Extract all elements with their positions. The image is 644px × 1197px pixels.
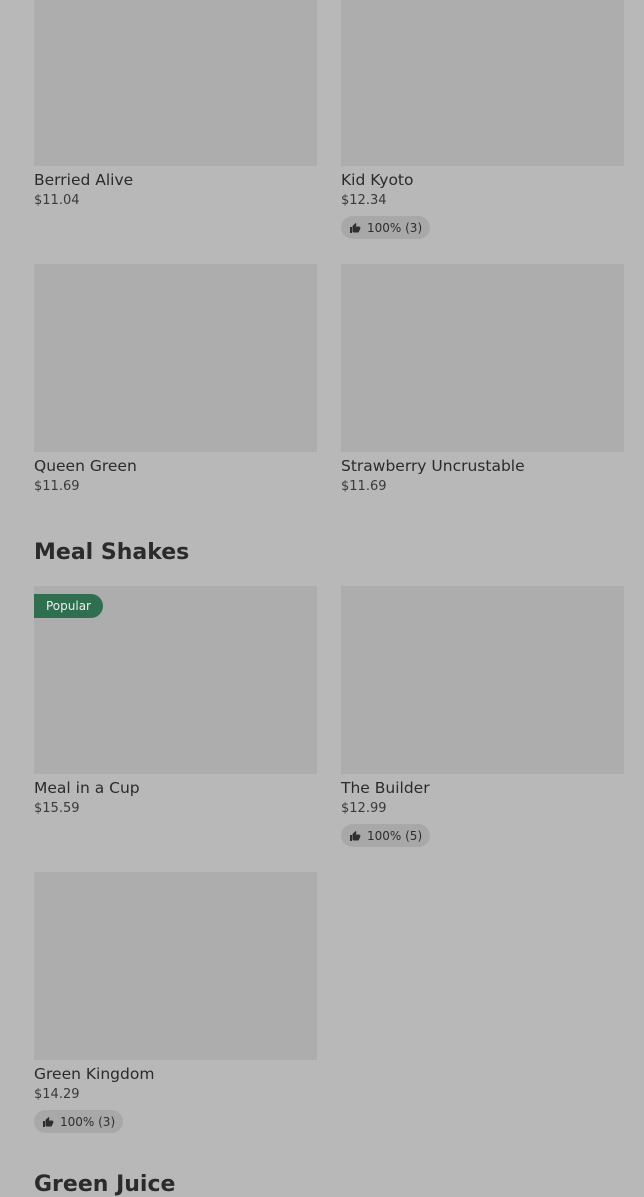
menu-item-card[interactable]: Popular Meal in a Cup $15.59 (34, 586, 317, 817)
thumbs-up-icon (350, 222, 361, 233)
item-price: $12.34 (341, 193, 387, 208)
thumbs-up-icon (43, 1116, 54, 1127)
section-title-green-juice: Green Juice (34, 1172, 176, 1197)
rating-badge: 100% (3) (34, 1110, 124, 1133)
item-price: $11.69 (34, 479, 80, 494)
item-price: $11.69 (341, 479, 387, 494)
item-price: $11.04 (34, 193, 80, 208)
item-image[interactable] (341, 586, 624, 774)
item-image[interactable]: Popular (34, 586, 317, 774)
item-image[interactable] (34, 264, 317, 452)
menu-item-card[interactable]: Queen Green $11.69 (34, 264, 317, 495)
item-name: Green Kingdom (34, 1065, 155, 1083)
popular-badge: Popular (34, 594, 103, 618)
menu-item-card[interactable]: The Builder $12.99 100% (5) (341, 586, 624, 847)
menu-page: Berried Alive $11.04 Kid Kyoto $12.34 10… (0, 0, 644, 1197)
menu-item-card[interactable]: Kid Kyoto $12.34 100% (3) (341, 0, 624, 239)
item-price: $14.29 (34, 1087, 80, 1102)
item-name: Kid Kyoto (341, 171, 414, 189)
rating-badge: 100% (3) (341, 216, 431, 239)
menu-item-card[interactable]: Berried Alive $11.04 (34, 0, 317, 209)
item-image[interactable] (341, 264, 624, 452)
rating-text: 100% (5) (367, 828, 423, 843)
thumbs-up-icon (350, 830, 361, 841)
item-image[interactable] (341, 0, 624, 166)
item-name: Queen Green (34, 457, 137, 475)
item-image[interactable] (34, 872, 317, 1060)
menu-item-card[interactable]: Green Kingdom $14.29 100% (3) (34, 872, 317, 1133)
item-name: Strawberry Uncrustable (341, 457, 525, 475)
rating-badge: 100% (5) (341, 824, 431, 847)
item-name: The Builder (341, 779, 430, 797)
rating-text: 100% (3) (367, 220, 423, 235)
item-price: $15.59 (34, 801, 80, 816)
section-title-meal-shakes: Meal Shakes (34, 540, 190, 565)
rating-text: 100% (3) (60, 1114, 116, 1129)
item-price: $12.99 (341, 801, 387, 816)
menu-item-card[interactable]: Strawberry Uncrustable $11.69 (341, 264, 624, 495)
item-name: Berried Alive (34, 171, 134, 189)
item-name: Meal in a Cup (34, 779, 140, 797)
item-image[interactable] (34, 0, 317, 166)
